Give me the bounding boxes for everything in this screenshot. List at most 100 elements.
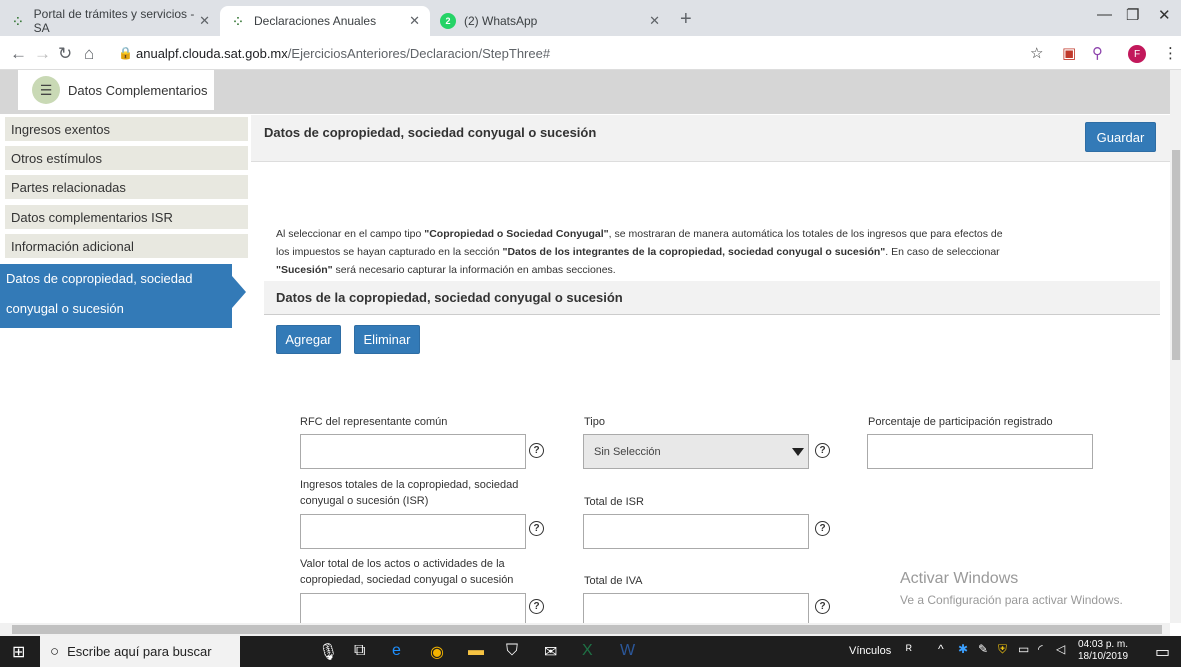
pocket-icon[interactable]: ▣	[1062, 44, 1076, 62]
forward-icon[interactable]: →	[34, 44, 51, 64]
chevron-up-icon[interactable]: ^	[938, 642, 944, 656]
ingresos-input[interactable]	[300, 514, 526, 549]
page-title: Datos de copropiedad, sociedad conyugal …	[264, 125, 597, 140]
document-icon: ☰	[32, 76, 60, 104]
search-extension-icon[interactable]: ⚲	[1092, 44, 1103, 62]
porcentaje-label: Porcentaje de participación registrado	[868, 416, 1053, 428]
total-isr-label: Total de ISR	[584, 496, 644, 508]
porcentaje-input[interactable]	[867, 434, 1093, 469]
close-icon[interactable]: ✕	[199, 13, 210, 29]
pen-icon[interactable]: ✎	[978, 642, 988, 656]
valor-label-line: Valor total de los actos o actividades d…	[300, 558, 505, 570]
tab-whatsapp[interactable]: 2 (2) WhatsApp ✕	[430, 6, 670, 36]
store-icon[interactable]: ⛉	[506, 642, 518, 660]
total-iva-label: Total de IVA	[584, 575, 643, 587]
close-icon[interactable]: ✕	[409, 13, 420, 29]
help-icon[interactable]: ?	[529, 443, 544, 458]
reload-icon[interactable]: ↻	[58, 44, 72, 64]
menu-icon[interactable]: ⋮	[1163, 44, 1178, 62]
tipo-label: Tipo	[584, 416, 605, 428]
sidebar-item-datos-complementarios-isr[interactable]: Datos complementarios ISR	[5, 205, 248, 231]
rfc-input[interactable]	[300, 434, 526, 469]
star-icon[interactable]: ☆	[1030, 44, 1043, 62]
tab-label: Portal de trámites y servicios - SA	[33, 7, 195, 35]
save-button[interactable]: Guardar	[1085, 122, 1156, 152]
search-placeholder: Escribe aquí para buscar	[67, 644, 212, 659]
info-text: . En caso de seleccionar	[885, 246, 1000, 258]
windows-start-icon[interactable]: ⊞	[12, 642, 25, 662]
sidebar-item-label: conyugal o sucesión	[6, 301, 124, 316]
home-icon[interactable]: ⌂	[84, 44, 94, 64]
tab-datos-complementarios[interactable]: ☰ Datos Complementarios	[18, 70, 214, 110]
sidebar-item-partes-relacionadas[interactable]: Partes relacionadas	[5, 175, 248, 201]
help-icon[interactable]: ?	[815, 521, 830, 536]
file-explorer-icon[interactable]: ▬	[468, 642, 484, 660]
sidebar-item-ingresos-exentos[interactable]: Ingresos exentos	[5, 117, 248, 143]
valor-label-line: copropiedad, sociedad conyugal o sucesió…	[300, 574, 514, 586]
sidebar-item-label: Datos de copropiedad, sociedad	[6, 271, 193, 286]
active-indicator-arrow	[232, 276, 246, 308]
sidebar-item-informacion-adicional[interactable]: Información adicional	[5, 234, 248, 260]
chrome-icon[interactable]: ◉	[430, 642, 444, 662]
ingresos-label-line: conyugal o sucesión (ISR)	[300, 495, 429, 507]
tab-label: Datos Complementarios	[68, 82, 208, 98]
clock-time: 04:03 p. m.	[1078, 639, 1129, 650]
info-text: Al seleccionar en el campo tipo	[276, 228, 425, 240]
new-tab-button[interactable]: +	[680, 8, 692, 31]
add-button[interactable]: Agregar	[276, 325, 341, 354]
info-bold: "Sucesión"	[276, 264, 333, 276]
window-close-icon[interactable]: ✕	[1158, 6, 1171, 24]
excel-icon[interactable]: X	[582, 642, 593, 660]
sat-icon: ⁘	[233, 15, 243, 28]
mail-icon[interactable]: ✉	[544, 642, 557, 662]
info-text: los impuestos se hayan capturado en la s…	[276, 246, 503, 258]
battery-icon[interactable]: ▭	[1018, 642, 1029, 656]
url-host: anualpf.clouda.sat.gob.mx	[136, 46, 288, 61]
info-text: será necesario capturar la información e…	[332, 264, 616, 276]
close-icon[interactable]: ✕	[649, 13, 660, 29]
info-text: , se mostraran de manera automática los …	[608, 228, 1003, 240]
help-icon[interactable]: ?	[529, 599, 544, 614]
taskbar-search[interactable]: ○ Escribe aquí para buscar	[40, 636, 240, 667]
avatar[interactable]: F	[1128, 45, 1146, 63]
delete-button[interactable]: Eliminar	[354, 325, 420, 354]
total-isr-input[interactable]	[583, 514, 809, 549]
microphone-icon[interactable]: 🎙	[318, 642, 338, 662]
links-label[interactable]: Vínculos	[849, 645, 891, 657]
vertical-scroll-thumb[interactable]	[1172, 150, 1180, 360]
back-icon[interactable]: ←	[10, 44, 27, 64]
rfc-label: RFC del representante común	[300, 416, 448, 428]
sidebar-item-otros-estimulos[interactable]: Otros estímulos	[5, 146, 248, 172]
sidebar-item-copropiedad[interactable]: Datos de copropiedad, sociedad conyugal …	[0, 264, 232, 328]
notifications-icon[interactable]: ▭	[1155, 642, 1170, 662]
valor-label: Valor total de los actos o actividades d…	[300, 556, 513, 588]
url-field[interactable]: anualpf.clouda.sat.gob.mx/EjerciciosAnte…	[136, 46, 550, 61]
help-icon[interactable]: ?	[815, 599, 830, 614]
horizontal-scroll-thumb[interactable]	[12, 625, 1162, 634]
info-bold: "Datos de los integrantes de la copropie…	[502, 246, 886, 258]
task-view-icon[interactable]: ⧉	[354, 642, 365, 660]
activate-windows-title: Activar Windows	[900, 570, 1019, 587]
edge-icon[interactable]: e	[392, 642, 401, 660]
clock[interactable]: 04:03 p. m. 18/10/2019	[1078, 639, 1128, 663]
help-icon[interactable]: ?	[815, 443, 830, 458]
people-icon[interactable]: ᴿ	[906, 642, 912, 657]
minimize-icon[interactable]: —	[1097, 6, 1112, 23]
security-icon[interactable]: ⛨	[998, 642, 1007, 657]
tab-declaraciones-anuales[interactable]: ⁘ Declaraciones Anuales ✕	[220, 6, 430, 36]
bluetooth-icon[interactable]: ✱	[958, 642, 968, 656]
restore-icon[interactable]: ❐	[1126, 6, 1139, 24]
wifi-icon[interactable]: ◜	[1038, 642, 1043, 656]
tab-label: Declaraciones Anuales	[254, 14, 377, 28]
tab-portal-tramites[interactable]: ⁘ Portal de trámites y servicios - SA ✕	[0, 6, 220, 36]
activate-windows-text: Ve a Configuración para activar Windows.	[900, 593, 1123, 607]
word-icon[interactable]: W	[620, 642, 635, 660]
url-path: /EjerciciosAnteriores/Declaracion/StepTh…	[287, 46, 551, 61]
help-icon[interactable]: ?	[529, 521, 544, 536]
tipo-select[interactable]: Sin Selección	[583, 434, 809, 469]
tab-label: (2) WhatsApp	[464, 14, 538, 28]
tipo-selected-value: Sin Selección	[594, 446, 661, 458]
volume-icon[interactable]: ◁	[1056, 642, 1065, 656]
info-paragraph: Al seleccionar en el campo tipo "Copropi…	[276, 225, 1076, 279]
ingresos-label: Ingresos totales de la copropiedad, soci…	[300, 477, 518, 509]
